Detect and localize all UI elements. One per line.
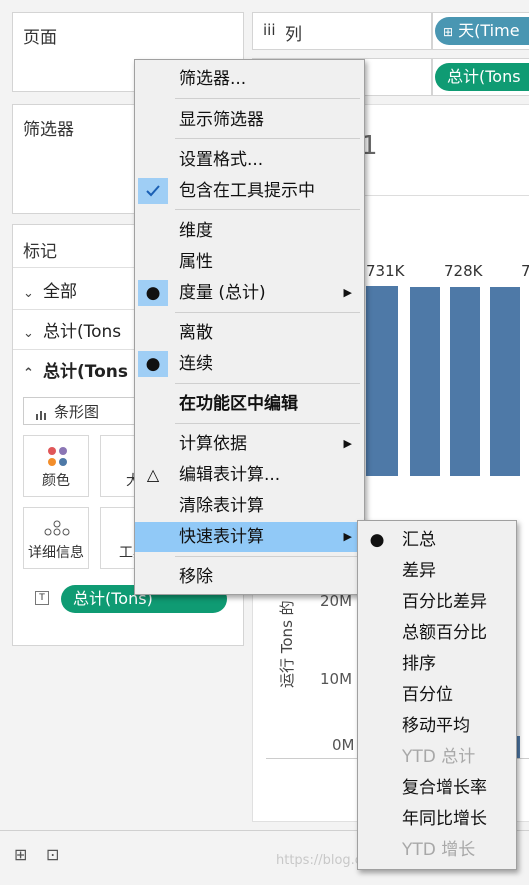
menu-item-attribute[interactable]: 属性 — [135, 247, 364, 277]
submenu-arrow-icon: ▶ — [343, 437, 352, 450]
quick-table-calc-submenu: ● 汇总 差异 百分比差异 总额百分比 排序 百分位 移动平均 YTD 总计 复… — [357, 520, 517, 870]
menu-item-measure[interactable]: ● 度量 (总计) ▶ — [135, 278, 364, 308]
detail-label: 详细信息 — [28, 545, 84, 561]
menu-item-quick-table-calc[interactable]: 快速表计算 ▶ — [135, 522, 364, 552]
bar[interactable] — [410, 287, 440, 476]
submenu-arrow-icon: ▶ — [343, 286, 352, 299]
columns-pill-day-time[interactable]: ⊞ 天(Time — [435, 17, 529, 45]
color-dots-icon — [47, 446, 69, 472]
bar-label-1: 731K — [366, 262, 405, 280]
menu-item-filter[interactable]: 筛选器... — [135, 64, 364, 94]
field-context-menu: 筛选器... 显示筛选器 设置格式... 包含在工具提示中 维度 属性 ● 度量… — [134, 59, 365, 595]
submenu-item-difference[interactable]: 差异 — [358, 556, 516, 586]
submenu-item-percentile[interactable]: 百分位 — [358, 680, 516, 710]
color-button[interactable]: 颜色 — [23, 435, 89, 497]
bullet-icon: ● — [138, 280, 168, 306]
plus-icon: ⊞ — [443, 25, 454, 39]
rows-shelf[interactable]: 总计(Tons — [432, 58, 529, 96]
columns-shelf[interactable]: ⊞ 天(Time — [432, 12, 529, 50]
new-worksheet-icon[interactable]: ⊞ — [14, 845, 27, 864]
rows-pill-sum-tons[interactable]: 总计(Tons — [435, 63, 529, 91]
submenu-item-ytd-total: YTD 总计 — [402, 747, 476, 767]
bar[interactable] — [450, 287, 480, 476]
submenu-item-moving-average[interactable]: 移动平均 — [358, 711, 516, 741]
bar-label-2: 728K — [444, 262, 483, 280]
submenu-item-yoy-growth[interactable]: 年同比增长 — [358, 804, 516, 834]
submenu-item-ytd-growth: YTD 增长 — [402, 840, 476, 860]
submenu-item-cagr[interactable]: 复合增长率 — [358, 773, 516, 803]
menu-item-compute-using[interactable]: 计算依据 ▶ — [135, 429, 364, 459]
marks-title: 标记 — [23, 242, 57, 262]
bar-label-3: 7 — [521, 262, 529, 280]
menu-item-remove[interactable]: 移除 — [135, 562, 364, 592]
bar[interactable] — [490, 287, 520, 476]
columns-label: 列 — [285, 25, 302, 45]
check-icon — [138, 178, 168, 204]
menu-item-show-filter[interactable]: 显示筛选器 — [135, 105, 364, 135]
submenu-item-running-total[interactable]: ● 汇总 — [358, 525, 516, 555]
bar[interactable] — [366, 286, 398, 476]
menu-item-include-tooltip[interactable]: 包含在工具提示中 — [135, 176, 364, 206]
detail-dots-icon — [44, 520, 70, 540]
submenu-item-percent-of-total[interactable]: 总额百分比 — [358, 618, 516, 648]
bullet-icon: ● — [138, 351, 168, 377]
menu-item-format[interactable]: 设置格式... — [135, 145, 364, 175]
menu-item-discrete[interactable]: 离散 — [135, 318, 364, 348]
new-dashboard-icon[interactable]: ⊡ — [46, 845, 59, 864]
submenu-item-percent-difference[interactable]: 百分比差异 — [358, 587, 516, 617]
color-label: 颜色 — [42, 473, 70, 489]
marks-row-all[interactable]: ⌄ 全部 — [23, 277, 77, 302]
delta-icon: △ — [146, 465, 160, 484]
menu-item-dimension[interactable]: 维度 — [135, 216, 364, 246]
menu-item-clear-table-calc[interactable]: 清除表计算 — [135, 491, 364, 521]
submenu-arrow-icon: ▶ — [343, 530, 352, 543]
chevron-down-icon: ⌄ — [23, 326, 34, 341]
columns-shelf-header: iii 列 — [252, 12, 432, 50]
chevron-up-icon: ⌃ — [23, 366, 34, 381]
filters-title: 筛选器 — [23, 120, 74, 140]
y-tick-10m: 10M — [320, 670, 353, 688]
menu-item-continuous[interactable]: ● 连续 — [135, 349, 364, 379]
menu-item-edit-in-shelf[interactable]: 在功能区中编辑 — [135, 389, 364, 419]
y-axis-label: 运行 Tons 的 — [278, 600, 296, 688]
bullet-icon: ● — [369, 530, 385, 550]
marks-row-sum-2[interactable]: ⌃ 总计(Tons — [23, 357, 128, 382]
columns-icon: iii — [263, 21, 276, 39]
marks-row-sum-1[interactable]: ⌄ 总计(Tons — [23, 317, 121, 342]
submenu-item-rank[interactable]: 排序 — [358, 649, 516, 679]
bar-chart-icon — [36, 405, 48, 420]
text-field-icon: T — [35, 591, 49, 605]
y-tick-0m: 0M — [332, 736, 355, 754]
menu-item-edit-table-calc[interactable]: △ 编辑表计算... — [135, 460, 364, 490]
mark-type-label: 条形图 — [54, 403, 100, 421]
pages-title: 页面 — [23, 28, 57, 48]
detail-button[interactable]: 详细信息 — [23, 507, 89, 569]
chevron-down-icon: ⌄ — [23, 286, 34, 301]
